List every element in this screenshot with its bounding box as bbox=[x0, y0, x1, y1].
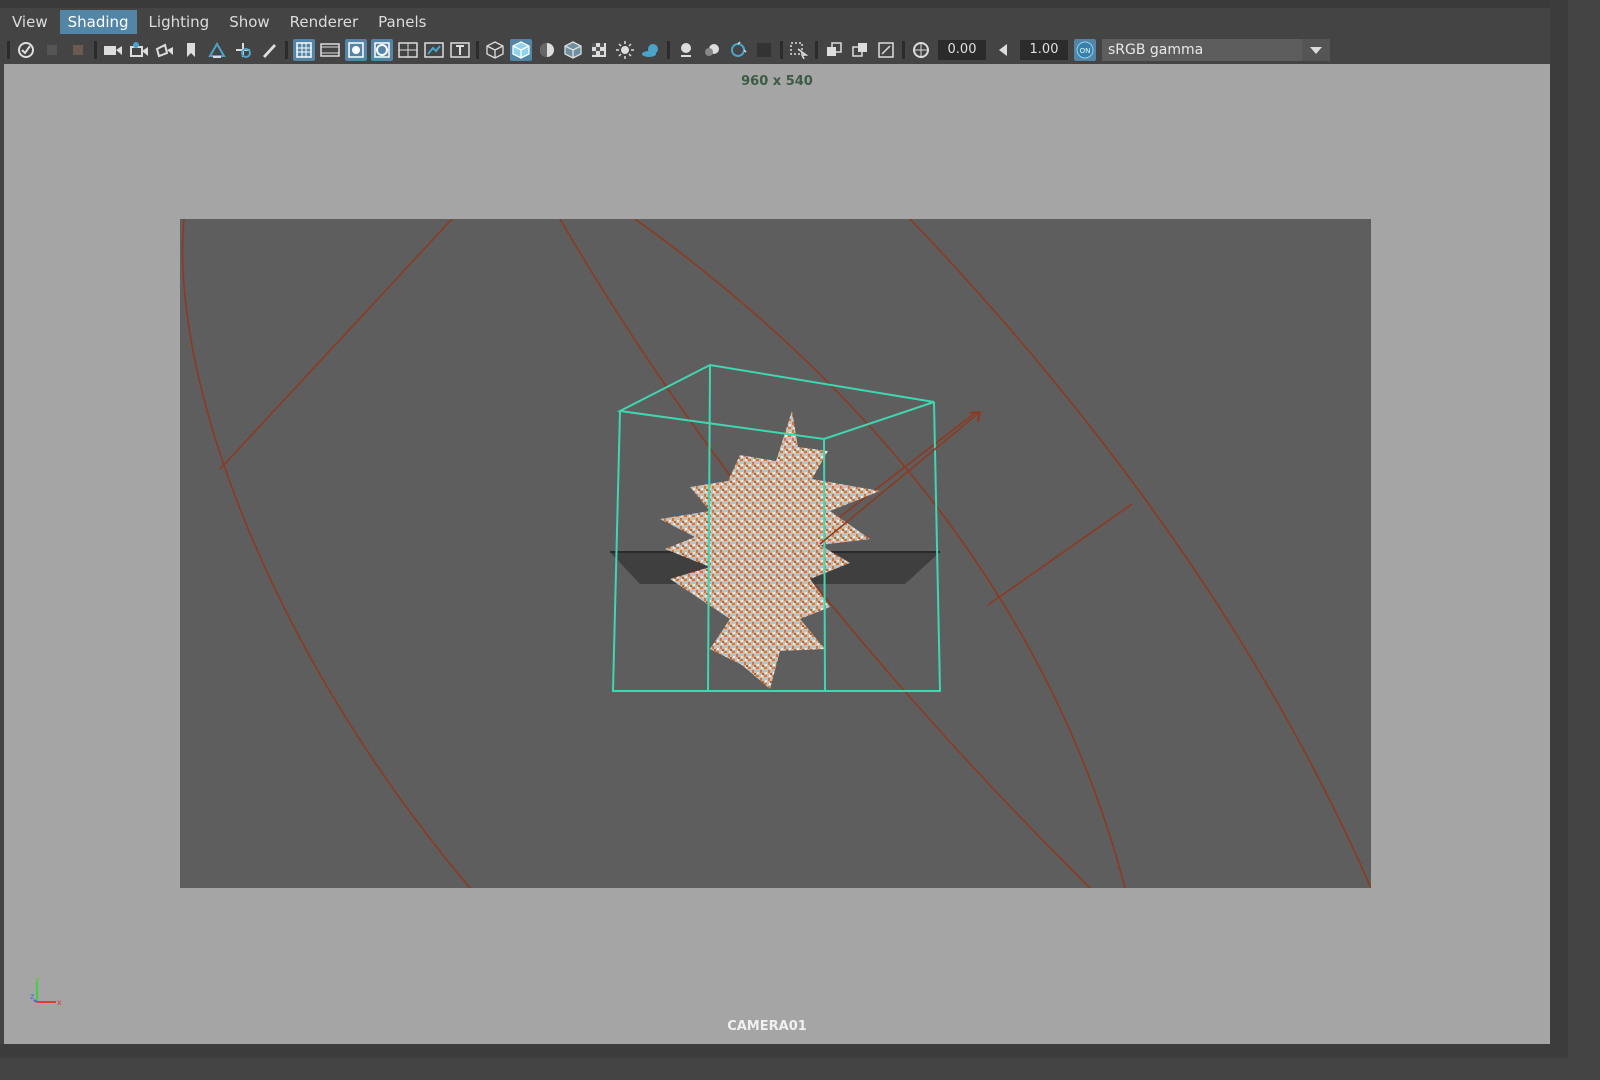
grid-icon[interactable] bbox=[293, 39, 315, 61]
2d-pan-zoom-icon[interactable] bbox=[232, 39, 254, 61]
gamma-icon[interactable] bbox=[992, 39, 1014, 61]
toolbar-separator bbox=[476, 41, 479, 59]
axis-x-label: x bbox=[57, 998, 62, 1007]
chevron-down-icon[interactable] bbox=[1302, 39, 1330, 61]
smooth-shade-icon[interactable] bbox=[510, 39, 532, 61]
camera-lock-icon[interactable] bbox=[128, 39, 150, 61]
resolution-gate[interactable] bbox=[180, 219, 1371, 888]
image-plane-icon[interactable] bbox=[206, 39, 228, 61]
toolbar-separator bbox=[667, 41, 670, 59]
textured-icon[interactable] bbox=[588, 39, 610, 61]
xray-active-components-icon[interactable] bbox=[875, 39, 897, 61]
window-bottom-edge bbox=[0, 1044, 1568, 1058]
resolution-label: 960 x 540 bbox=[741, 74, 813, 89]
color-management-toggle-label: ON bbox=[1080, 47, 1091, 55]
motion-blur-icon[interactable] bbox=[701, 39, 723, 61]
safe-title-icon[interactable] bbox=[449, 39, 471, 61]
screen-space-ao-icon[interactable] bbox=[675, 39, 697, 61]
isolate-select-icon[interactable] bbox=[788, 39, 810, 61]
menu-panels[interactable]: Panels bbox=[370, 10, 434, 34]
wireframe-icon[interactable] bbox=[484, 39, 506, 61]
depth-of-field-icon[interactable] bbox=[753, 39, 775, 61]
toolbar-separator bbox=[902, 41, 905, 59]
field-chart-icon[interactable] bbox=[397, 39, 419, 61]
grease-pencil-icon[interactable] bbox=[258, 39, 280, 61]
menu-view[interactable]: View bbox=[4, 10, 56, 34]
exposure-icon[interactable] bbox=[910, 39, 932, 61]
panel-menu-bar: View Shading Lighting Show Renderer Pane… bbox=[4, 8, 1550, 36]
toolbar-separator bbox=[780, 41, 783, 59]
menu-show[interactable]: Show bbox=[221, 10, 277, 34]
bookmark-flag-icon[interactable] bbox=[180, 39, 202, 61]
toolbar-separator bbox=[7, 41, 10, 59]
viewport-panel[interactable]: 960 x 540 y z x CAMERA01 bbox=[4, 64, 1550, 1044]
menu-shading[interactable]: Shading bbox=[59, 10, 137, 34]
color-management-toggle[interactable]: ON bbox=[1074, 39, 1096, 61]
select-camera-icon[interactable] bbox=[15, 39, 37, 61]
camera-icon[interactable] bbox=[102, 39, 124, 61]
anti-aliasing-icon[interactable] bbox=[727, 39, 749, 61]
view-transform-value: sRGB gamma bbox=[1108, 42, 1204, 58]
axis-indicator: y z x bbox=[30, 975, 62, 1007]
use-all-lights-icon[interactable] bbox=[614, 39, 636, 61]
xray-icon[interactable] bbox=[823, 39, 845, 61]
window-top-strip bbox=[0, 0, 1568, 8]
toolbar-separator bbox=[815, 41, 818, 59]
gamma-field[interactable]: 1.00 bbox=[1020, 40, 1068, 60]
gate-mask-icon[interactable] bbox=[371, 39, 393, 61]
film-gate-icon[interactable] bbox=[319, 39, 341, 61]
safe-action-icon[interactable] bbox=[423, 39, 445, 61]
camera-name-label: CAMERA01 bbox=[727, 1019, 807, 1034]
menu-lighting[interactable]: Lighting bbox=[141, 10, 218, 34]
toolbar-separator bbox=[94, 41, 97, 59]
window-right-edge bbox=[1550, 0, 1568, 1058]
axis-y-label: y bbox=[35, 975, 40, 984]
wireframe-on-shaded-icon[interactable] bbox=[562, 39, 584, 61]
camera-attributes-icon[interactable] bbox=[41, 39, 63, 61]
toolbar-separator bbox=[285, 41, 288, 59]
resolution-gate-icon[interactable] bbox=[345, 39, 367, 61]
camera-sequencer-icon[interactable] bbox=[154, 39, 176, 61]
menu-renderer[interactable]: Renderer bbox=[282, 10, 366, 34]
default-material-icon[interactable] bbox=[536, 39, 558, 61]
shadows-icon[interactable] bbox=[640, 39, 662, 61]
axis-z-label: z bbox=[30, 992, 34, 1001]
xray-joints-icon[interactable] bbox=[849, 39, 871, 61]
panel-toolbar: 0.00 1.00 ON sRGB gamma bbox=[4, 36, 1550, 64]
bookmark-icon[interactable] bbox=[67, 39, 89, 61]
view-transform-dropdown[interactable]: sRGB gamma bbox=[1102, 39, 1330, 61]
exposure-field[interactable]: 0.00 bbox=[938, 40, 986, 60]
